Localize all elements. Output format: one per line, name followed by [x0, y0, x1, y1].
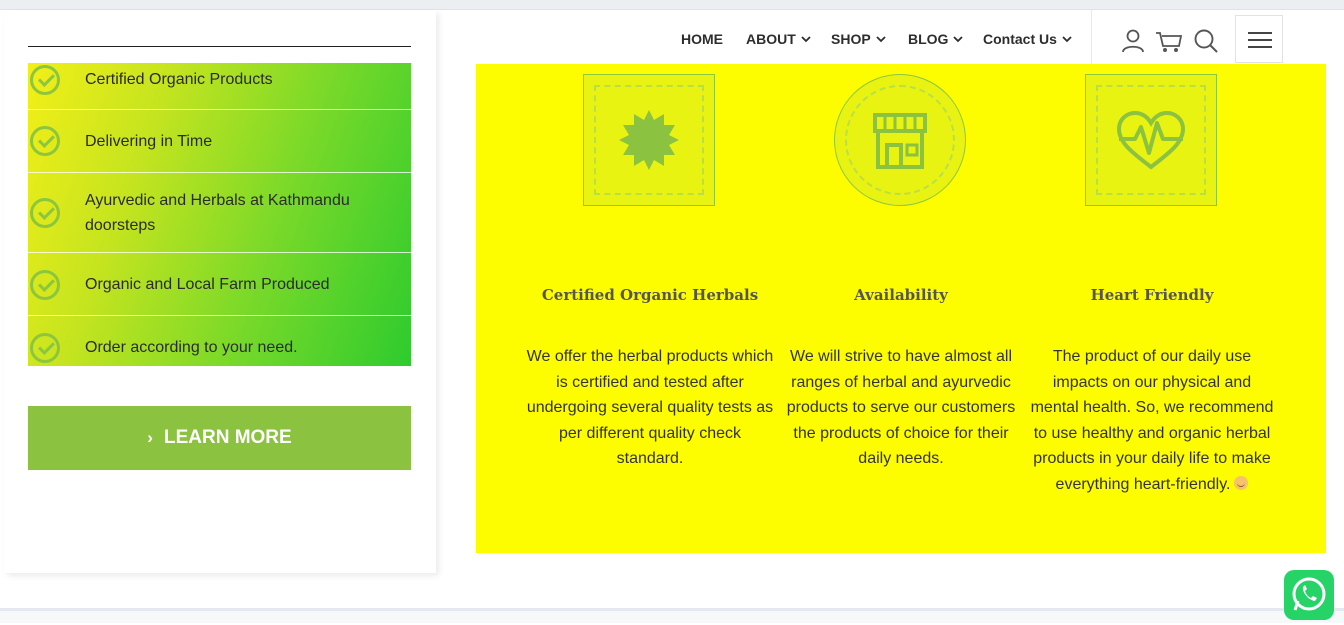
nav-about[interactable]: ABOUT — [746, 31, 811, 47]
hamburger-menu-icon — [1248, 46, 1272, 48]
smiley-icon — [1234, 475, 1249, 490]
chevron-down-icon — [953, 36, 964, 43]
cart-icon[interactable] — [1155, 27, 1183, 55]
card-title: Availability — [854, 286, 948, 304]
check-circle-icon — [30, 270, 60, 300]
heart-pulse-icon — [1116, 110, 1186, 170]
nav-contact-us[interactable]: Contact Us — [983, 31, 1072, 47]
features-section: Certified Organic Herbals We offer the h… — [476, 64, 1326, 553]
user-icon[interactable] — [1119, 27, 1147, 55]
search-icon[interactable] — [1192, 27, 1220, 55]
feature-label: Order according to your need. — [85, 339, 298, 356]
heart-pulse-icon-frame — [1085, 74, 1217, 206]
header-divider — [1091, 10, 1092, 64]
hamburger-menu-icon — [1248, 39, 1272, 41]
check-circle-icon — [30, 65, 60, 95]
feature-item: Delivering in Time — [28, 110, 411, 173]
check-circle-icon — [30, 126, 60, 156]
card-description: The product of our daily use impacts on … — [1027, 344, 1277, 498]
nav-label: HOME — [681, 31, 723, 47]
whatsapp-icon — [1292, 577, 1326, 611]
nav-label: BLOG — [908, 31, 949, 47]
feature-item: Organic and Local Farm Produced — [28, 253, 411, 316]
learn-more-label: LEARN MORE — [163, 427, 292, 448]
feature-label: Certified Organic Products — [85, 71, 273, 88]
chevron-down-icon — [801, 36, 811, 43]
whatsapp-button[interactable] — [1284, 570, 1334, 620]
hamburger-menu-button[interactable] — [1235, 15, 1283, 63]
check-circle-icon — [30, 198, 60, 228]
feature-item: Order according to your need. — [28, 316, 411, 366]
store-icon-frame — [834, 74, 966, 206]
nav-blog[interactable]: BLOG — [908, 31, 964, 47]
top-edge — [0, 0, 1344, 10]
features-list: Certified Organic Products Delivering in… — [28, 63, 411, 366]
chevron-down-icon — [1062, 36, 1072, 43]
features-panel: Certified Organic Products Delivering in… — [4, 10, 436, 573]
nav-label: ABOUT — [746, 31, 796, 47]
chevron-right-icon: › — [147, 428, 153, 447]
badge-icon — [619, 110, 679, 170]
nav-shop[interactable]: SHOP — [831, 31, 886, 47]
feature-item: Certified Organic Products — [28, 63, 411, 110]
feature-label: Delivering in Time — [85, 133, 213, 150]
card-description-text: The product of our daily use impacts on … — [1030, 348, 1274, 493]
bottom-edge — [0, 608, 1344, 623]
nav-label: Contact Us — [983, 31, 1057, 47]
feature-label: Ayurvedic and Herbals at Kathmandu doors… — [85, 192, 350, 234]
badge-icon-frame — [583, 74, 715, 206]
nav-home[interactable]: HOME — [681, 31, 723, 47]
chevron-down-icon — [876, 36, 886, 43]
card-title: Certified Organic Herbals — [541, 286, 759, 304]
feature-label: Organic and Local Farm Produced — [85, 276, 330, 293]
hamburger-menu-icon — [1248, 32, 1272, 34]
feature-item: Ayurvedic and Herbals at Kathmandu doors… — [28, 173, 411, 253]
check-circle-icon — [30, 333, 60, 363]
card-title: Heart Friendly — [1090, 286, 1214, 304]
nav-label: SHOP — [831, 31, 871, 47]
divider — [28, 46, 411, 47]
store-icon — [873, 113, 927, 169]
card-description: We will strive to have almost all ranges… — [786, 348, 1016, 468]
card-description: We offer the herbal products which is ce… — [526, 348, 774, 468]
learn-more-button[interactable]: › LEARN MORE — [28, 406, 411, 470]
